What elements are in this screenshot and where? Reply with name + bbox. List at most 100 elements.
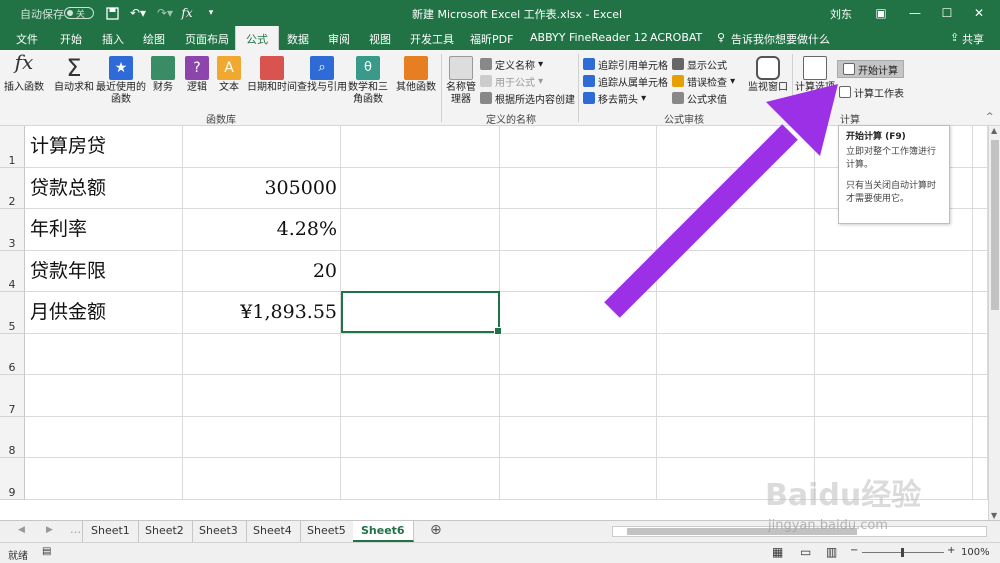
- tab-next-icon[interactable]: ▶: [46, 525, 53, 535]
- macro-record-icon[interactable]: ▤: [42, 546, 51, 557]
- sheet-tab[interactable]: Sheet3: [191, 521, 247, 542]
- cell[interactable]: [657, 375, 815, 417]
- zoom-in-icon[interactable]: +: [947, 545, 955, 556]
- add-sheet-icon[interactable]: ⊕: [430, 522, 442, 538]
- cell[interactable]: [973, 126, 988, 168]
- cell[interactable]: [815, 375, 973, 417]
- cell[interactable]: [973, 416, 988, 458]
- row-header[interactable]: 5: [0, 292, 25, 334]
- sheet-tab[interactable]: Sheet4: [245, 521, 301, 542]
- cell[interactable]: [973, 292, 988, 334]
- cell[interactable]: [657, 333, 815, 375]
- tab-review[interactable]: 审阅: [328, 31, 350, 47]
- cell-label[interactable]: 贷款年限: [25, 250, 183, 292]
- use-in-formula-button[interactable]: 用于公式 ▾: [480, 73, 543, 89]
- save-icon[interactable]: [104, 4, 120, 22]
- cell-label[interactable]: 计算房贷: [25, 126, 183, 168]
- cell[interactable]: [341, 167, 500, 209]
- tab-prev-icon[interactable]: ◀: [18, 525, 25, 535]
- page-layout-view-icon[interactable]: ▭: [800, 545, 811, 559]
- autosum-button[interactable]: Σ 自动求和: [54, 56, 94, 94]
- row-header[interactable]: 2: [0, 167, 25, 209]
- tab-abbyy[interactable]: ABBYY FineReader 12: [530, 31, 648, 44]
- lookup-button[interactable]: ⌕ 查找与引用: [296, 56, 348, 94]
- cell-value[interactable]: [183, 416, 341, 458]
- tab-draw[interactable]: 绘图: [143, 31, 165, 47]
- redo-icon[interactable]: ↷▾: [155, 4, 175, 22]
- undo-icon[interactable]: ↶▾: [127, 4, 149, 22]
- cell-label[interactable]: [25, 458, 183, 500]
- minimize-icon[interactable]: —: [900, 3, 930, 23]
- tab-overflow[interactable]: …: [70, 523, 81, 536]
- more-functions-button[interactable]: 其他函数: [394, 56, 438, 94]
- sheet-tab-active[interactable]: Sheet6: [353, 521, 414, 542]
- tab-view[interactable]: 视图: [369, 31, 391, 47]
- cell-value[interactable]: [183, 375, 341, 417]
- tab-insert[interactable]: 插入: [102, 31, 124, 47]
- cell-value[interactable]: [183, 458, 341, 500]
- cell-label[interactable]: 贷款总额: [25, 167, 183, 209]
- logical-button[interactable]: ? 逻辑: [182, 56, 212, 94]
- cell-label[interactable]: [25, 375, 183, 417]
- zoom-slider[interactable]: [862, 548, 944, 557]
- tab-file[interactable]: 文件: [16, 31, 38, 47]
- recent-functions-button[interactable]: ★ 最近使用的函数: [96, 56, 146, 106]
- scroll-up-icon[interactable]: ▲: [991, 126, 997, 135]
- cell[interactable]: [341, 250, 500, 292]
- cell[interactable]: [341, 375, 500, 417]
- ribbon-display-icon[interactable]: ▣: [866, 3, 896, 23]
- cell[interactable]: [973, 250, 988, 292]
- cell[interactable]: [500, 458, 657, 500]
- vertical-scrollbar[interactable]: ▲ ▼: [988, 126, 1000, 520]
- cell[interactable]: [341, 333, 500, 375]
- name-manager-button[interactable]: 名称管理器: [444, 56, 478, 106]
- cell[interactable]: [341, 416, 500, 458]
- cell[interactable]: [973, 333, 988, 375]
- cell[interactable]: [973, 167, 988, 209]
- tab-page-layout[interactable]: 页面布局: [185, 31, 229, 47]
- financial-button[interactable]: 财务: [148, 56, 178, 94]
- cell-label[interactable]: 月供金额: [25, 292, 183, 334]
- cell-value[interactable]: [183, 126, 341, 168]
- cell[interactable]: [500, 375, 657, 417]
- cell-value[interactable]: 20: [183, 250, 341, 292]
- cell[interactable]: [815, 333, 973, 375]
- zoom-level[interactable]: 100%: [961, 547, 990, 558]
- fx-quick-icon[interactable]: fx: [180, 4, 194, 22]
- row-header[interactable]: 3: [0, 209, 25, 251]
- cell[interactable]: [341, 126, 500, 168]
- row-header[interactable]: 6: [0, 333, 25, 375]
- tell-me-search[interactable]: 告诉我你想要做什么: [731, 31, 830, 47]
- row-header[interactable]: 1: [0, 126, 25, 168]
- share-button[interactable]: 共享: [962, 31, 984, 47]
- tab-acrobat[interactable]: ACROBAT: [650, 31, 702, 44]
- cell[interactable]: [341, 458, 500, 500]
- normal-view-icon[interactable]: ▦: [772, 545, 783, 559]
- create-from-selection-button[interactable]: 根据所选内容创建: [480, 90, 575, 106]
- scroll-down-icon[interactable]: ▼: [991, 511, 997, 520]
- row-header[interactable]: 8: [0, 416, 25, 458]
- tab-formulas[interactable]: 公式: [235, 26, 279, 50]
- tab-foxit-pdf[interactable]: 福昕PDF: [470, 31, 513, 47]
- cell-label[interactable]: [25, 333, 183, 375]
- cell[interactable]: [973, 375, 988, 417]
- cell[interactable]: [657, 416, 815, 458]
- sheet-tab[interactable]: Sheet1: [83, 521, 139, 542]
- math-trig-button[interactable]: θ 数学和三角函数: [346, 56, 390, 106]
- cell[interactable]: [500, 333, 657, 375]
- cell-value[interactable]: 4.28%: [183, 209, 341, 251]
- cell[interactable]: [815, 416, 973, 458]
- tab-developer[interactable]: 开发工具: [410, 31, 454, 47]
- zoom-slider-handle[interactable]: [901, 548, 904, 557]
- cell[interactable]: [973, 458, 988, 500]
- row-header[interactable]: 7: [0, 375, 25, 417]
- cell-value[interactable]: 305000: [183, 167, 341, 209]
- close-icon[interactable]: ✕: [964, 3, 994, 23]
- cell-value[interactable]: [183, 333, 341, 375]
- cell-label[interactable]: 年利率: [25, 209, 183, 251]
- cell-value[interactable]: ¥1,893.55: [183, 292, 341, 334]
- cell[interactable]: [500, 416, 657, 458]
- customize-qat-icon[interactable]: ▾: [205, 4, 217, 22]
- tab-home[interactable]: 开始: [60, 31, 82, 47]
- active-cell-selection[interactable]: [341, 291, 502, 335]
